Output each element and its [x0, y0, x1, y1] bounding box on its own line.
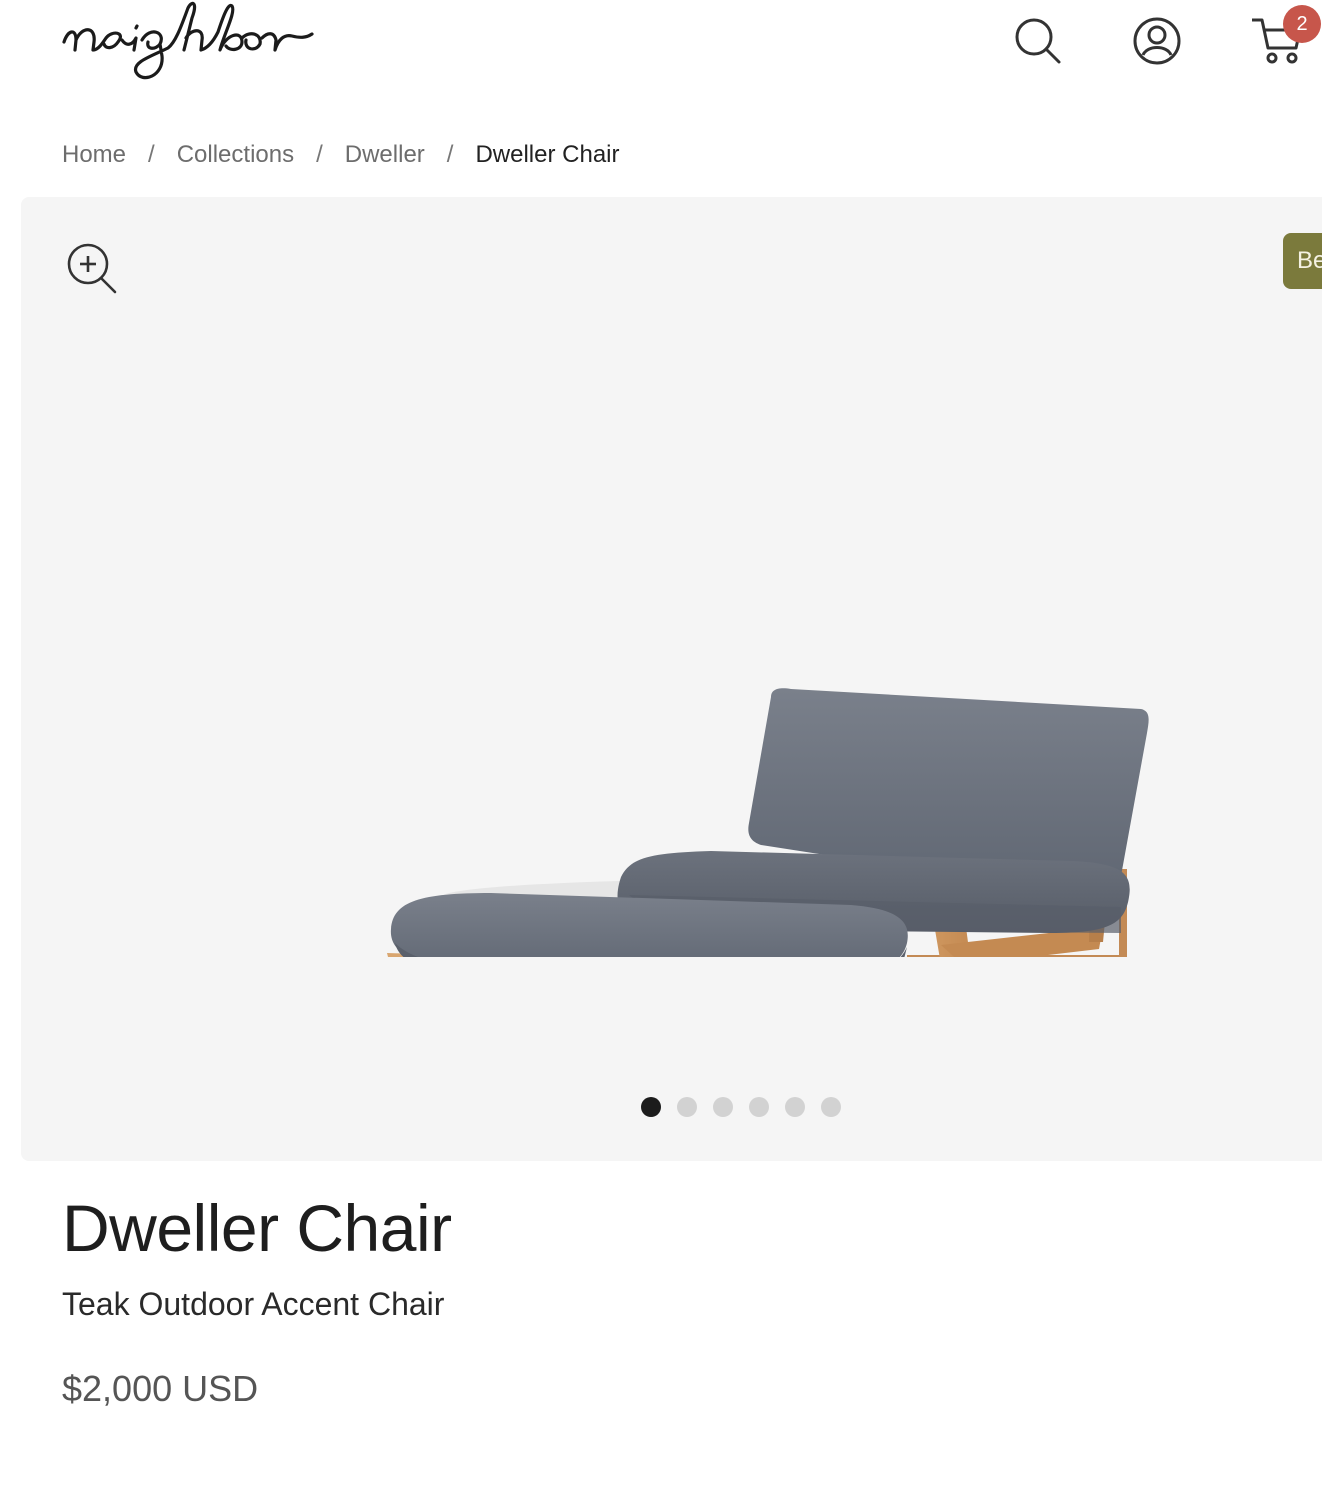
neighbor-logo[interactable] [56, 0, 346, 94]
breadcrumb-current: Dweller Chair [475, 141, 620, 168]
promo-badge[interactable]: Be [1283, 233, 1322, 289]
account-icon[interactable] [1131, 15, 1183, 67]
breadcrumb-separator: / [148, 141, 155, 168]
slide-dot[interactable] [785, 1097, 805, 1117]
slide-dot[interactable] [821, 1097, 841, 1117]
breadcrumb-home[interactable]: Home [62, 141, 126, 169]
slide-dot[interactable] [641, 1097, 661, 1117]
slide-dot[interactable] [677, 1097, 697, 1117]
breadcrumb: Home / Collections / Dweller / Dweller C… [62, 138, 620, 172]
breadcrumb-separator: / [316, 141, 323, 168]
slide-indicators [641, 1097, 841, 1121]
slide-dot[interactable] [713, 1097, 733, 1117]
product-gallery[interactable]: Be [21, 197, 1322, 1161]
breadcrumb-dweller[interactable]: Dweller [345, 141, 425, 169]
product-image[interactable] [351, 477, 1151, 957]
breadcrumb-separator: / [446, 141, 454, 168]
slide-dot[interactable] [749, 1097, 769, 1117]
product-title: Dweller Chair [62, 1191, 452, 1265]
site-header: 2 [0, 0, 1322, 100]
cart-count-badge[interactable]: 2 [1283, 5, 1321, 43]
search-icon[interactable] [1011, 14, 1063, 66]
product-price: $2,000 USD [62, 1368, 259, 1409]
product-subtitle: Teak Outdoor Accent Chair [62, 1286, 445, 1322]
breadcrumb-collections[interactable]: Collections [177, 141, 294, 169]
zoom-in-icon[interactable] [65, 241, 119, 295]
